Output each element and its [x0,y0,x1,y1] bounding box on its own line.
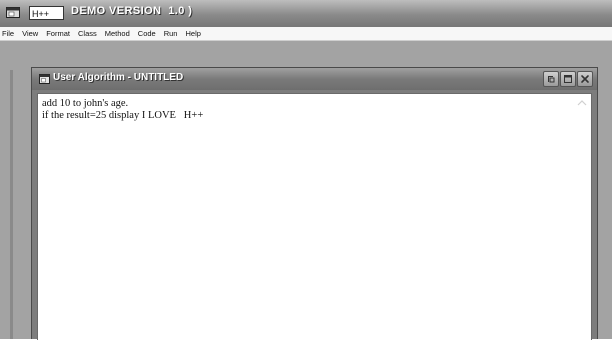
user-algorithm-window: User Algorithm - UNTITLED add 10 to john… [31,67,598,340]
editor-title-bar[interactable]: User Algorithm - UNTITLED [32,68,597,90]
menu-bar: File View Format Class Method Code Run H… [0,27,612,41]
app-name-label: H++ [29,6,64,20]
client-edge [10,70,13,339]
menu-code[interactable]: Code [134,27,160,40]
menu-run[interactable]: Run [160,27,182,40]
restore-icon [548,76,555,83]
app-window-icon [6,7,20,18]
algorithm-editor[interactable]: add 10 to john's age. if the result=25 d… [37,93,592,340]
close-icon [581,75,589,83]
editor-window-title: User Algorithm - UNTITLED [53,72,184,83]
menu-class[interactable]: Class [74,27,101,40]
code-line-1: add 10 to john's age. [42,98,129,109]
menu-view[interactable]: View [18,27,42,40]
document-window-icon [39,74,50,84]
menu-method[interactable]: Method [101,27,134,40]
close-button[interactable] [577,71,593,87]
application-window: H++ DEMO VERSION 1.0 ) File View Format … [0,0,612,340]
maximize-icon [564,75,572,83]
window-controls [543,71,593,87]
menu-file[interactable]: File [0,27,18,40]
app-title: DEMO VERSION 1.0 ) [71,5,193,17]
menu-format[interactable]: Format [42,27,74,40]
code-line-2: if the result=25 display I LOVE H++ [42,110,204,121]
app-title-bar[interactable]: H++ DEMO VERSION 1.0 ) [0,0,612,28]
maximize-button[interactable] [560,71,576,87]
restore-button[interactable] [543,71,559,87]
vertical-scrollbar[interactable] [577,94,591,340]
menu-help[interactable]: Help [181,27,204,40]
scroll-up-arrow-icon[interactable] [577,99,587,107]
